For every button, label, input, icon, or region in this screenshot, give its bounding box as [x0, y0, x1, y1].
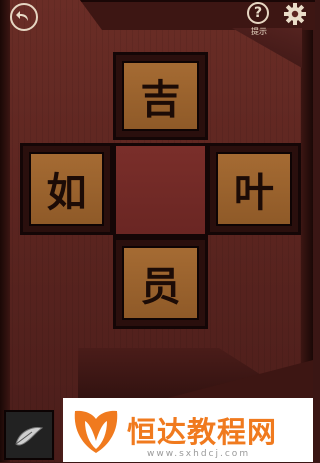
hint-icon: ? — [253, 5, 263, 21]
tile-left-face: 如 — [29, 152, 104, 226]
gear-icon — [284, 3, 306, 25]
center-slot[interactable] — [113, 143, 208, 237]
tile-bottom[interactable]: 员 — [113, 237, 208, 329]
tile-left-character: 如 — [46, 169, 87, 216]
watermark-banner: 恒达教程网 www.sxhdcj.com — [63, 398, 313, 462]
inventory-slot[interactable] — [4, 410, 54, 460]
game-scene: ? 提示 吉 如 叶 员 恒达教程网 www.sxhdcj.com — [0, 0, 315, 462]
settings-button[interactable] — [282, 1, 308, 27]
feather-icon — [15, 427, 44, 446]
top-beam — [80, 0, 315, 30]
tile-top-face: 吉 — [122, 61, 199, 131]
tile-right[interactable]: 叶 — [207, 143, 301, 235]
watermark-logo — [67, 401, 125, 459]
hint-button[interactable]: ? — [247, 2, 269, 24]
hint-label: 提示 — [251, 27, 267, 36]
left-wall-edge — [0, 0, 10, 462]
tile-top-character: 吉 — [140, 76, 181, 123]
tile-right-character: 叶 — [234, 169, 274, 216]
watermark-title: 恒达教程网 — [127, 415, 278, 449]
watermark-url: www.sxhdcj.com — [147, 449, 251, 459]
back-button[interactable] — [10, 3, 38, 31]
tile-top[interactable]: 吉 — [113, 52, 208, 140]
tile-bottom-face: 员 — [122, 246, 199, 320]
tile-right-face: 叶 — [216, 152, 292, 226]
tile-left[interactable]: 如 — [20, 143, 113, 235]
back-arrow-icon — [16, 11, 28, 21]
tile-bottom-character: 员 — [140, 263, 181, 310]
